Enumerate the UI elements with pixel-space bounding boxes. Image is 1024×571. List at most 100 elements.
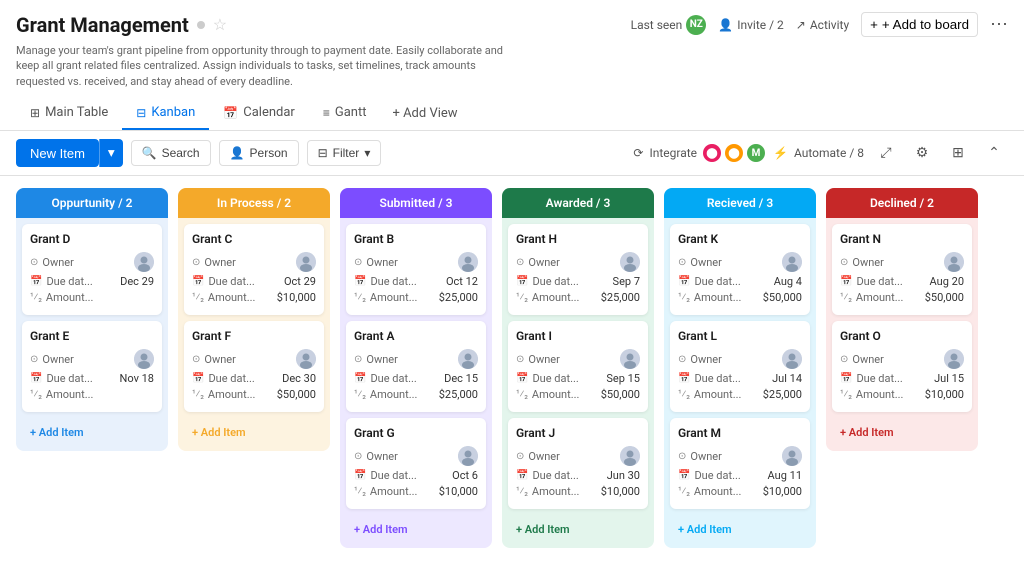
settings-icon[interactable]: ⚙ (908, 139, 936, 167)
due-value: Jun 30 (607, 469, 640, 482)
more-options-icon[interactable]: ⋯ (990, 14, 1008, 35)
column-header-inprocess: In Process / 2 (178, 188, 330, 218)
invite-button[interactable]: 👤 Invite / 2 (718, 18, 784, 32)
due-value: Dec 29 (120, 275, 154, 288)
list-item[interactable]: Grant A ⊙ Owner 📅 Due dat... (346, 321, 486, 412)
list-item[interactable]: Grant O ⊙ Owner 📅 Due dat... (832, 321, 972, 412)
card-owner-field: ⊙ Owner (30, 349, 154, 369)
card-due-field: 📅 Due dat... Aug 4 (678, 275, 802, 288)
card-title: Grant M (678, 426, 802, 440)
due-value: Aug 20 (930, 275, 964, 288)
add-item-button-received[interactable]: + Add Item (670, 517, 810, 542)
add-item-button-opportunity[interactable]: + Add Item (22, 420, 162, 445)
amount-icon: ¹⁄₂ (516, 292, 528, 303)
owner-label: Owner (690, 450, 721, 463)
list-item[interactable]: Grant D ⊙ Owner 📅 Due dat... (22, 224, 162, 315)
list-item[interactable]: Grant C ⊙ Owner 📅 Due dat... (184, 224, 324, 315)
column-body-awarded: Grant H ⊙ Owner 📅 Due dat... (502, 218, 654, 548)
owner-icon: ⊙ (354, 451, 362, 462)
column-declined: Declined / 2 Grant N ⊙ Owner 📅 (826, 188, 978, 451)
calendar-icon: 📅 (354, 276, 366, 287)
amount-label: Amount... (208, 291, 256, 304)
list-item[interactable]: Grant H ⊙ Owner 📅 Due dat... (508, 224, 648, 315)
new-item-wrapper: New Item ▾ (16, 139, 123, 167)
owner-icon: ⊙ (516, 354, 524, 365)
avatar (296, 252, 316, 272)
amount-icon: ¹⁄₂ (678, 292, 690, 303)
list-item[interactable]: Grant B ⊙ Owner 📅 Due dat... (346, 224, 486, 315)
list-item[interactable]: Grant F ⊙ Owner 📅 Due dat... (184, 321, 324, 412)
owner-label: Owner (204, 353, 235, 366)
card-due-field: 📅 Due dat... Jul 14 (678, 372, 802, 385)
card-due-field: 📅 Due dat... Oct 12 (354, 275, 478, 288)
filter-button[interactable]: ⊟ Filter ▾ (307, 140, 382, 166)
due-label: Due dat... (370, 372, 416, 385)
due-label: Due dat... (370, 275, 416, 288)
new-item-dropdown-button[interactable]: ▾ (99, 139, 123, 167)
owner-label: Owner (690, 353, 721, 366)
add-item-button-inprocess[interactable]: + Add Item (184, 420, 324, 445)
list-item[interactable]: Grant E ⊙ Owner 📅 Due dat... (22, 321, 162, 412)
owner-icon: ⊙ (840, 257, 848, 268)
card-due-field: 📅 Due dat... Nov 18 (30, 372, 154, 385)
tab-gantt[interactable]: ≡ Gantt (309, 97, 381, 130)
list-item[interactable]: Grant I ⊙ Owner 📅 Due dat... (508, 321, 648, 412)
owner-label: Owner (366, 256, 397, 269)
add-to-board-button[interactable]: + + Add to board (861, 12, 978, 37)
integrate-section[interactable]: ⟳ Integrate ⬤ ⬤ M (633, 144, 765, 162)
list-item[interactable]: Grant J ⊙ Owner 📅 Due dat... (508, 418, 648, 509)
due-value: Jul 15 (934, 372, 964, 385)
collapse-icon[interactable]: ⌃ (980, 139, 1008, 167)
tab-kanban[interactable]: ⊟ Kanban (122, 97, 209, 130)
due-value: Dec 15 (444, 372, 478, 385)
add-item-button-declined[interactable]: + Add Item (832, 420, 972, 445)
amount-label: Amount... (370, 485, 418, 498)
list-item[interactable]: Grant K ⊙ Owner 📅 Due dat... (670, 224, 810, 315)
due-value: Dec 30 (282, 372, 316, 385)
card-owner-field: ⊙ Owner (354, 446, 478, 466)
card-amount-field: ¹⁄₂ Amount... $25,000 (354, 291, 478, 304)
apps-icon[interactable]: ⊞ (944, 139, 972, 167)
automate-section[interactable]: ⚡ Automate / 8 (773, 146, 864, 160)
avatar (782, 349, 802, 369)
person-filter-button[interactable]: 👤 Person (219, 140, 299, 166)
tab-calendar[interactable]: 📅 Calendar (209, 97, 309, 130)
avatar (944, 252, 964, 272)
owner-label: Owner (42, 256, 73, 269)
list-item[interactable]: Grant G ⊙ Owner 📅 Due dat... (346, 418, 486, 509)
card-title: Grant A (354, 329, 478, 343)
calendar-icon: 📅 (30, 276, 42, 287)
calendar-icon: 📅 (192, 276, 204, 287)
new-item-button[interactable]: New Item (16, 139, 99, 167)
owner-label: Owner (366, 353, 397, 366)
add-item-button-awarded[interactable]: + Add Item (508, 517, 648, 542)
amount-icon: ¹⁄₂ (30, 389, 42, 400)
add-item-button-submitted[interactable]: + Add Item (346, 517, 486, 542)
tab-main-table[interactable]: ⊞ Main Table (16, 97, 122, 130)
column-body-inprocess: Grant C ⊙ Owner 📅 Due dat... (178, 218, 330, 451)
due-label: Due dat... (46, 372, 92, 385)
amount-icon: ¹⁄₂ (30, 292, 42, 303)
card-title: Grant N (840, 232, 964, 246)
amount-value: $10,000 (277, 291, 316, 304)
due-value: Oct 6 (452, 469, 478, 482)
expand-icon[interactable]: ⤢ (872, 139, 900, 167)
list-item[interactable]: Grant M ⊙ Owner 📅 Due dat... (670, 418, 810, 509)
amount-label: Amount... (856, 388, 904, 401)
favorite-icon[interactable]: ☆ (213, 15, 227, 34)
amount-value: $10,000 (439, 485, 478, 498)
owner-icon: ⊙ (840, 354, 848, 365)
due-value: Sep 7 (613, 275, 640, 288)
owner-label: Owner (204, 256, 235, 269)
avatar (620, 252, 640, 272)
search-button[interactable]: 🔍 Search (131, 140, 211, 166)
calendar-icon: 📅 (678, 470, 690, 481)
due-label: Due dat... (856, 372, 902, 385)
list-item[interactable]: Grant N ⊙ Owner 📅 Due dat... (832, 224, 972, 315)
activity-button[interactable]: ↗ Activity (796, 18, 849, 32)
gantt-icon: ≡ (323, 106, 330, 120)
list-item[interactable]: Grant L ⊙ Owner 📅 Due dat... (670, 321, 810, 412)
card-due-field: 📅 Due dat... Dec 15 (354, 372, 478, 385)
avatar (620, 446, 640, 466)
add-view-button[interactable]: + Add View (380, 98, 469, 129)
